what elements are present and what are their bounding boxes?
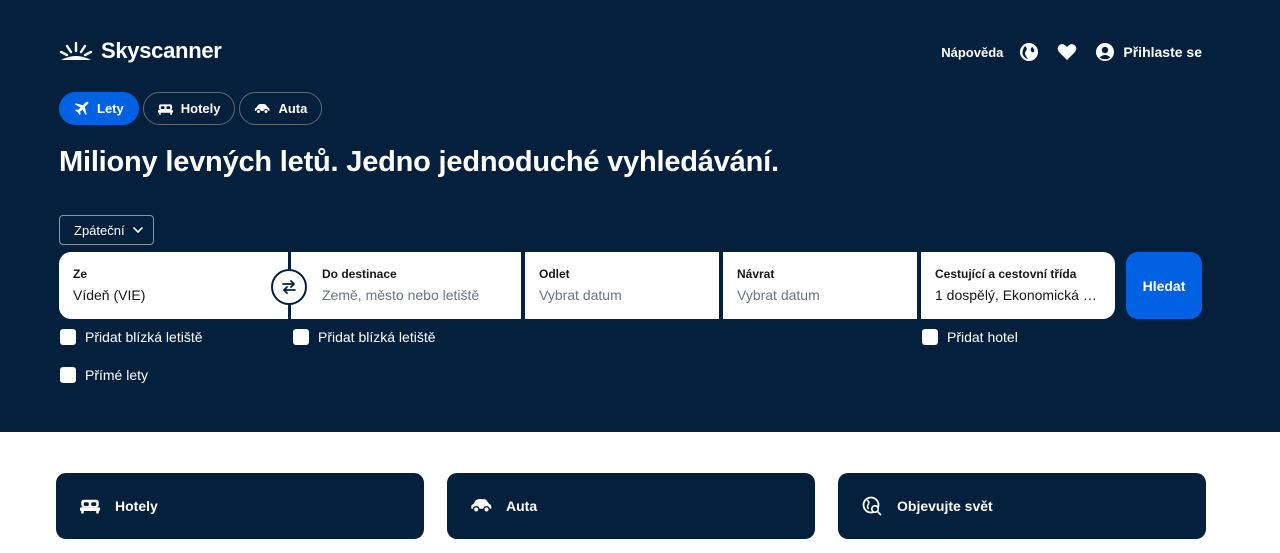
- depart-date-field[interactable]: Odlet Vybrat datum: [525, 252, 719, 319]
- depart-placeholder: Vybrat datum: [539, 287, 622, 303]
- product-tabs: Lety Hotely Auta: [59, 92, 323, 125]
- swap-arrows-icon: [282, 280, 296, 294]
- bed-icon: [79, 498, 101, 514]
- trip-type-select[interactable]: Zpáteční: [59, 215, 154, 245]
- travellers-field[interactable]: Cestující a cestovní třída 1 dospělý, Ek…: [921, 252, 1115, 319]
- return-label: Návrat: [737, 267, 775, 281]
- tab-label: Auta: [278, 101, 308, 116]
- checkbox-box[interactable]: [293, 329, 309, 345]
- card-label: Objevujte svět: [897, 498, 993, 514]
- checkbox-label: Přidat blízká letiště: [318, 329, 436, 345]
- brand-name: Skyscanner: [101, 38, 222, 63]
- car-icon: [255, 103, 270, 114]
- chevron-down-icon: [132, 227, 143, 233]
- page-headline: Miliony levných letů. Jedno jednoduché v…: [59, 146, 779, 178]
- card-label: Auta: [506, 498, 538, 514]
- from-value: Vídeň (VIE): [73, 287, 146, 303]
- swap-button[interactable]: [271, 269, 307, 305]
- plane-icon: [74, 101, 89, 116]
- direct-flights-checkbox[interactable]: Přímé lety: [60, 367, 148, 383]
- help-link[interactable]: Nápověda: [941, 45, 1003, 60]
- heart-icon[interactable]: [1057, 43, 1077, 61]
- card-label: Hotely: [115, 498, 158, 514]
- checkbox-label: Přidat blízká letiště: [85, 329, 203, 345]
- add-hotel-checkbox[interactable]: Přidat hotel: [922, 329, 1018, 345]
- skyscanner-logo[interactable]: Skyscanner: [59, 38, 222, 64]
- nearby-airports-from-checkbox[interactable]: Přidat blízká letiště: [60, 329, 203, 345]
- tab-hotels[interactable]: Hotely: [142, 92, 236, 125]
- tab-flights[interactable]: Lety: [59, 92, 139, 125]
- hero-section: Skyscanner Nápověda Přihlaste se Lety Ho…: [0, 0, 1280, 432]
- globe-icon[interactable]: [1019, 42, 1039, 62]
- nearby-airports-to-checkbox[interactable]: Přidat blízká letiště: [293, 329, 436, 345]
- destination-label: Do destinace: [322, 267, 397, 281]
- tab-cars[interactable]: Auta: [239, 92, 323, 125]
- trip-type-value: Zpáteční: [74, 222, 125, 238]
- depart-label: Odlet: [539, 267, 570, 281]
- globe-search-icon: [861, 496, 883, 516]
- car-icon: [470, 499, 492, 513]
- tab-label: Lety: [97, 101, 124, 116]
- from-label: Ze: [73, 267, 88, 281]
- tab-label: Hotely: [180, 101, 221, 116]
- return-date-field[interactable]: Návrat Vybrat datum: [723, 252, 917, 319]
- checkbox-box[interactable]: [60, 367, 76, 383]
- return-placeholder: Vybrat datum: [737, 287, 820, 303]
- user-icon: [1096, 43, 1115, 61]
- bed-icon: [157, 103, 173, 115]
- checkbox-box[interactable]: [922, 329, 938, 345]
- explore-card[interactable]: Objevujte svět: [838, 473, 1206, 539]
- search-button[interactable]: Hledat: [1126, 252, 1202, 319]
- checkbox-box[interactable]: [60, 329, 76, 345]
- destination-field[interactable]: Do destinace Země, město nebo letiště: [291, 252, 521, 319]
- login-button[interactable]: Přihlaste se: [1095, 42, 1202, 62]
- from-field[interactable]: Ze Vídeň (VIE): [59, 252, 288, 319]
- travellers-value: 1 dospělý, Ekonomická …: [935, 287, 1097, 303]
- checkbox-label: Přidat hotel: [947, 329, 1018, 345]
- login-label: Přihlaste se: [1123, 44, 1202, 60]
- cars-card[interactable]: Auta: [447, 473, 815, 539]
- hotels-card[interactable]: Hotely: [56, 473, 424, 539]
- checkbox-label: Přímé lety: [85, 367, 149, 383]
- sunrise-logo-icon: [59, 41, 93, 60]
- header-actions: Nápověda Přihlaste se: [941, 40, 1202, 64]
- destination-placeholder: Země, město nebo letiště: [322, 287, 480, 303]
- travellers-label: Cestující a cestovní třída: [935, 267, 1077, 281]
